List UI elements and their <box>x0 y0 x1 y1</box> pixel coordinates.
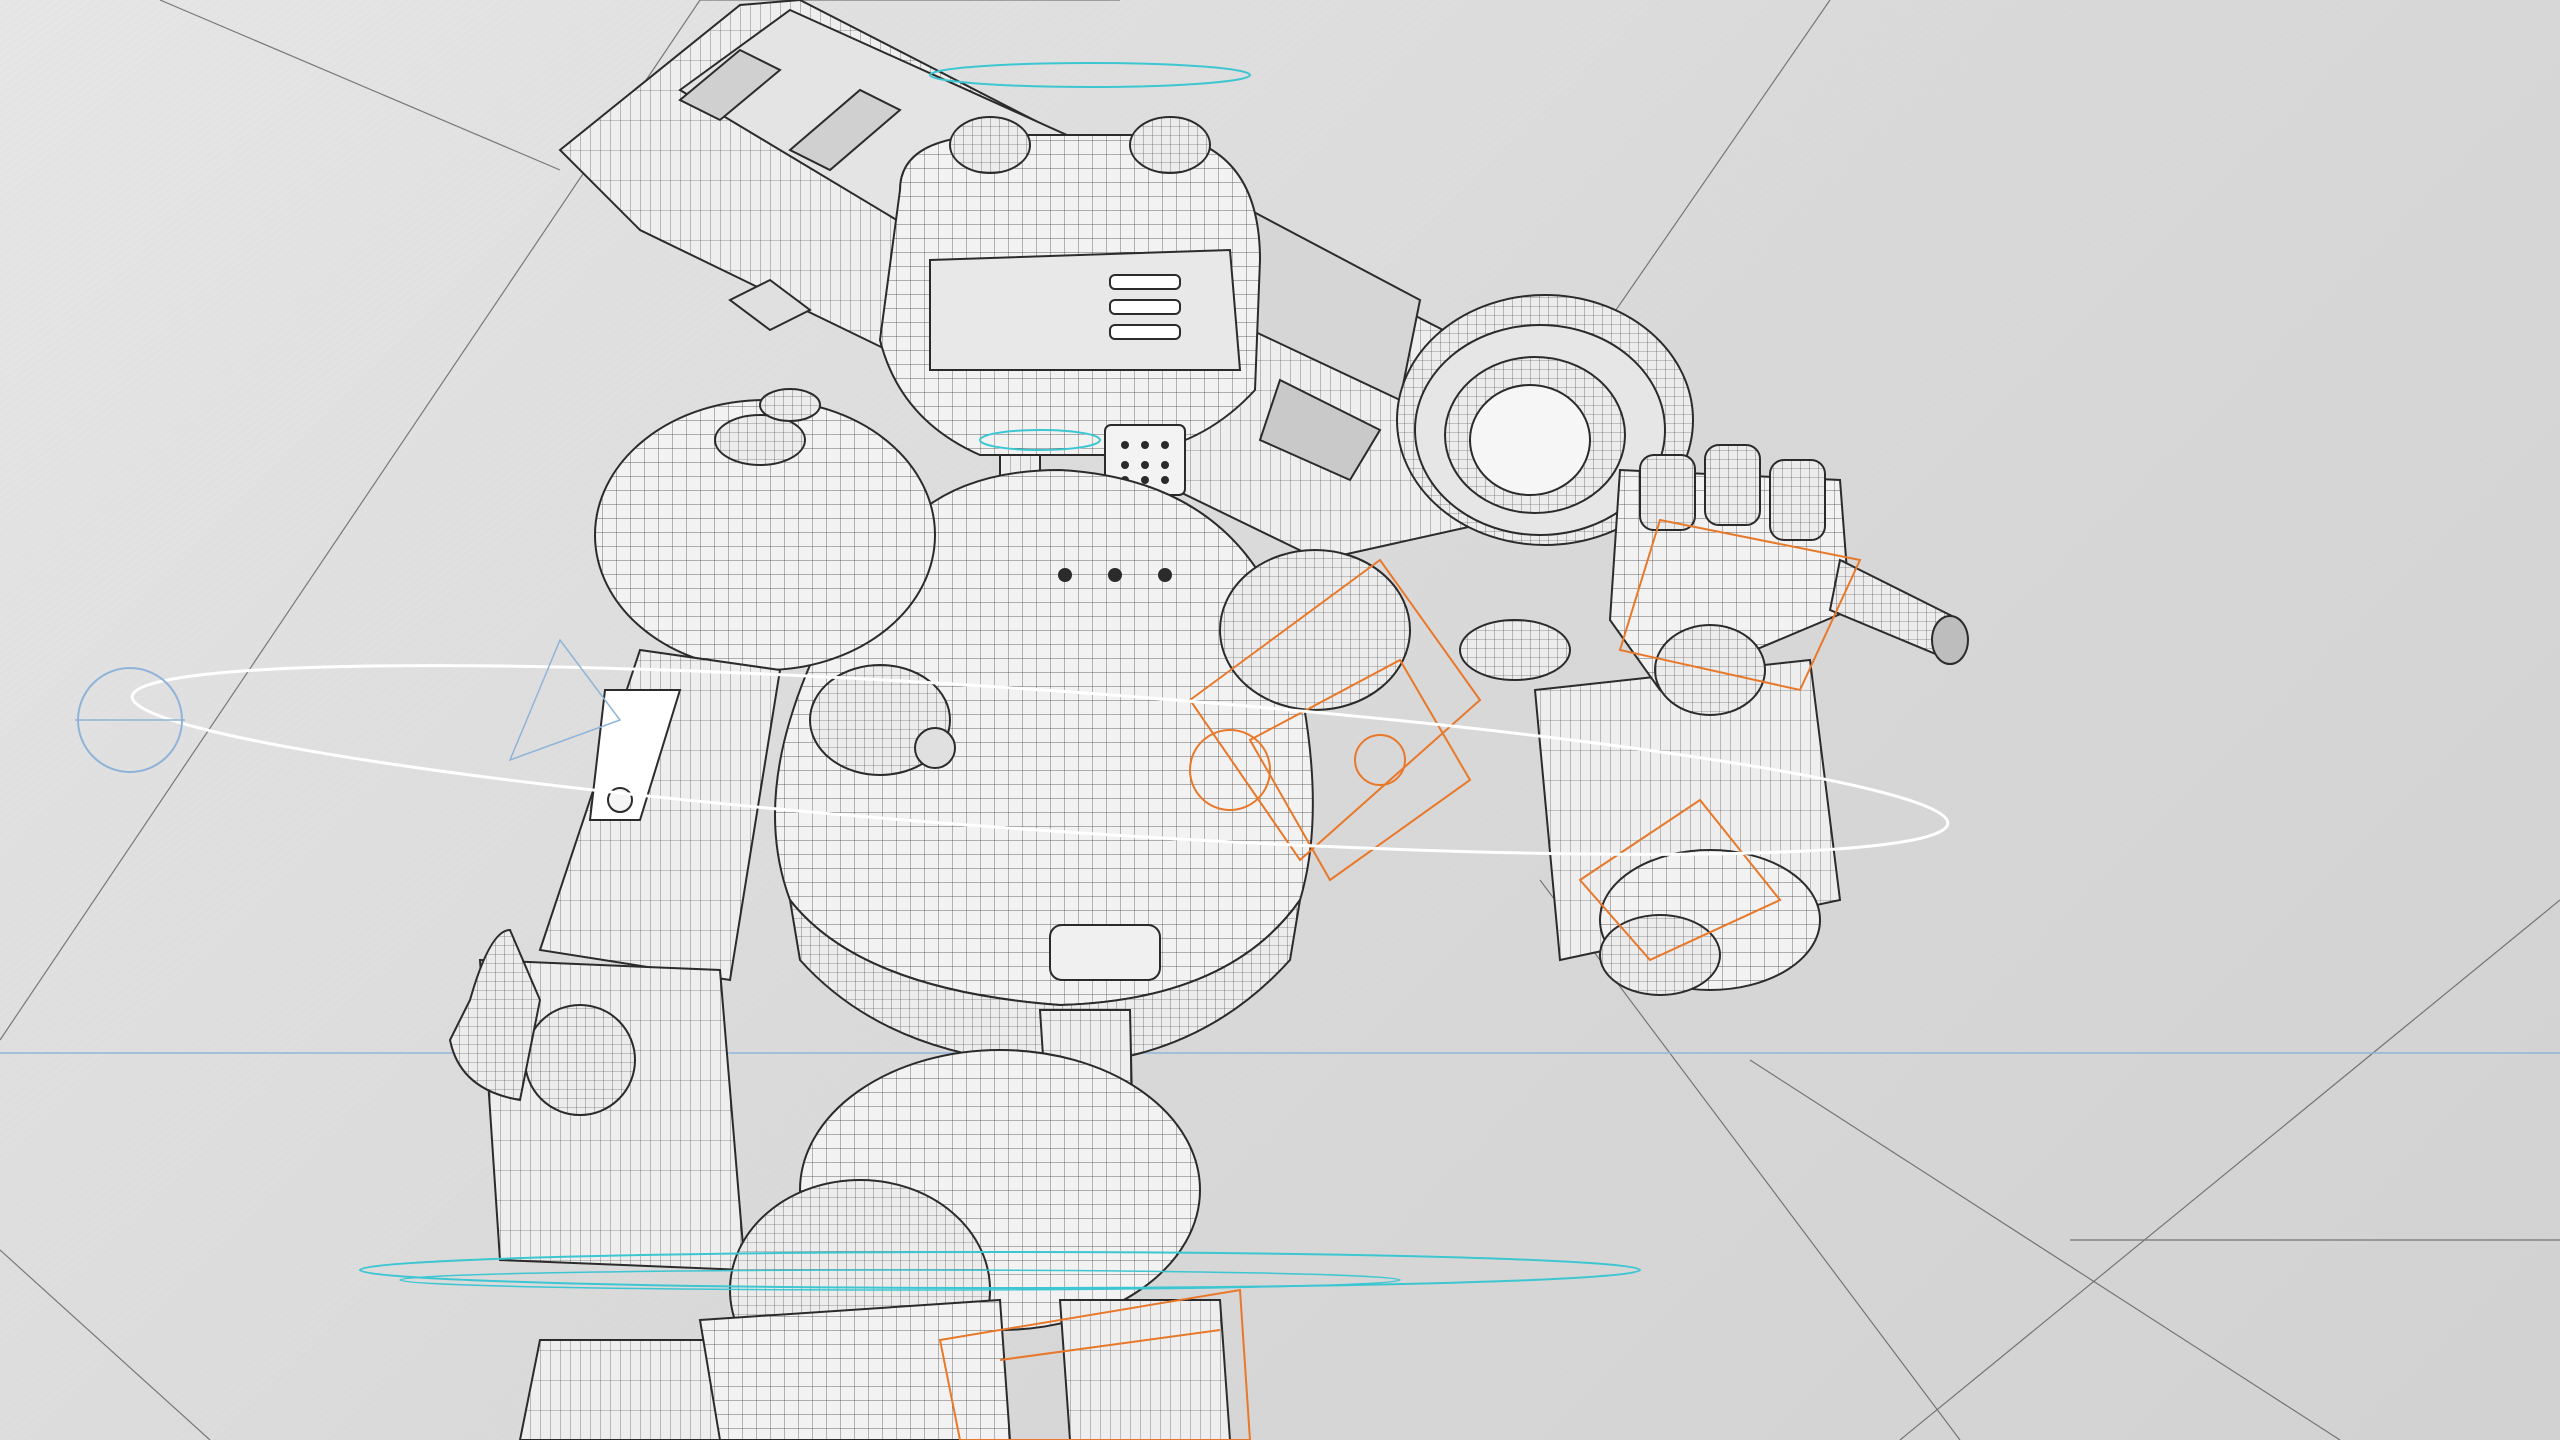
3d-viewport[interactable] <box>0 0 2560 1440</box>
wireframe-render <box>0 0 2560 1440</box>
